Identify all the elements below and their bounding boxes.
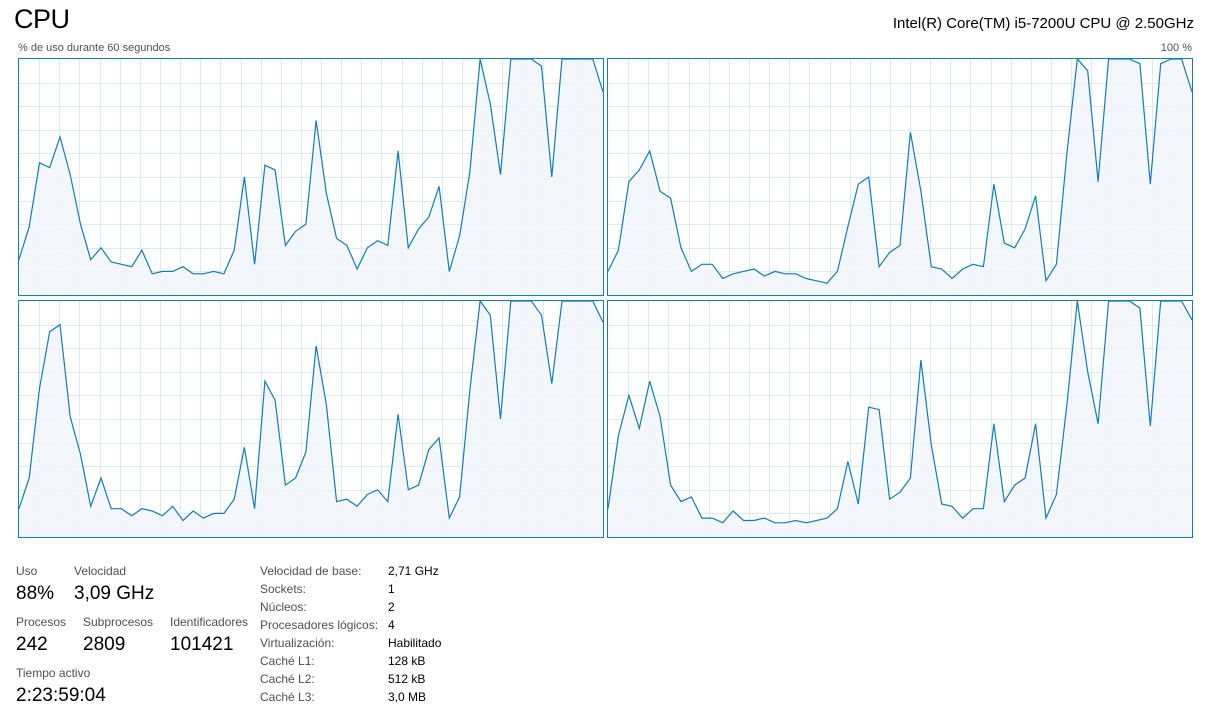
graph-caption: % de uso durante 60 segundos bbox=[18, 42, 171, 54]
cpu-graph-logical-0[interactable] bbox=[18, 58, 604, 296]
subprocesos-label: Subprocesos bbox=[83, 615, 154, 629]
spec-label-cache-l2: Caché L2: bbox=[260, 672, 315, 686]
cpu-graph-logical-2[interactable] bbox=[18, 300, 604, 538]
cpu-model-name: Intel(R) Core(TM) i5-7200U CPU @ 2.50GHz bbox=[892, 15, 1194, 32]
spec-value-cache-l2: 512 kB bbox=[388, 672, 426, 686]
identificadores-label: Identificadores bbox=[170, 615, 249, 629]
spec-label-cache-l1: Caché L1: bbox=[260, 654, 315, 668]
spec-value-procesadores-logicos: 4 bbox=[388, 618, 395, 632]
subprocesos-value: 2809 bbox=[83, 634, 126, 655]
cpu-graph-logical-3[interactable] bbox=[607, 300, 1193, 538]
spec-value-cache-l1: 128 kB bbox=[388, 654, 426, 668]
spec-label-sockets: Sockets: bbox=[260, 582, 307, 596]
spec-value-sockets: 1 bbox=[388, 582, 395, 596]
spec-label-nucleos: Núcleos: bbox=[260, 600, 307, 614]
spec-label-procesadores-logicos: Procesadores lógicos: bbox=[260, 618, 379, 632]
spec-label-virtualizacion: Virtualización: bbox=[260, 636, 335, 650]
tiempo-activo-value: 2:23:59:04 bbox=[16, 685, 106, 706]
spec-label-cache-l3: Caché L3: bbox=[260, 690, 315, 704]
cpu-graph-svg bbox=[608, 301, 1192, 537]
page-title: CPU bbox=[14, 4, 70, 34]
spec-value-nucleos: 2 bbox=[388, 600, 395, 614]
cpu-graph-svg bbox=[19, 59, 603, 295]
uso-value: 88% bbox=[16, 583, 55, 604]
spec-value-virtualizacion: Habilitado bbox=[388, 636, 442, 650]
graph-max-label: 100 % bbox=[1160, 42, 1192, 54]
cpu-graph-svg bbox=[19, 301, 603, 537]
tiempo-activo-label: Tiempo activo bbox=[16, 666, 91, 680]
spec-value-velocidad-base: 2,71 GHz bbox=[388, 564, 439, 578]
velocidad-label: Velocidad bbox=[74, 564, 127, 578]
procesos-label: Procesos bbox=[16, 615, 67, 629]
procesos-value: 242 bbox=[16, 634, 48, 655]
identificadores-value: 101421 bbox=[170, 634, 234, 655]
uso-label: Uso bbox=[16, 564, 38, 578]
spec-label-velocidad-base: Velocidad de base: bbox=[260, 564, 362, 578]
cpu-graph-svg bbox=[608, 59, 1192, 295]
cpu-graph-logical-1[interactable] bbox=[607, 58, 1193, 296]
velocidad-value: 3,09 GHz bbox=[74, 583, 155, 604]
spec-value-cache-l3: 3,0 MB bbox=[388, 690, 427, 704]
